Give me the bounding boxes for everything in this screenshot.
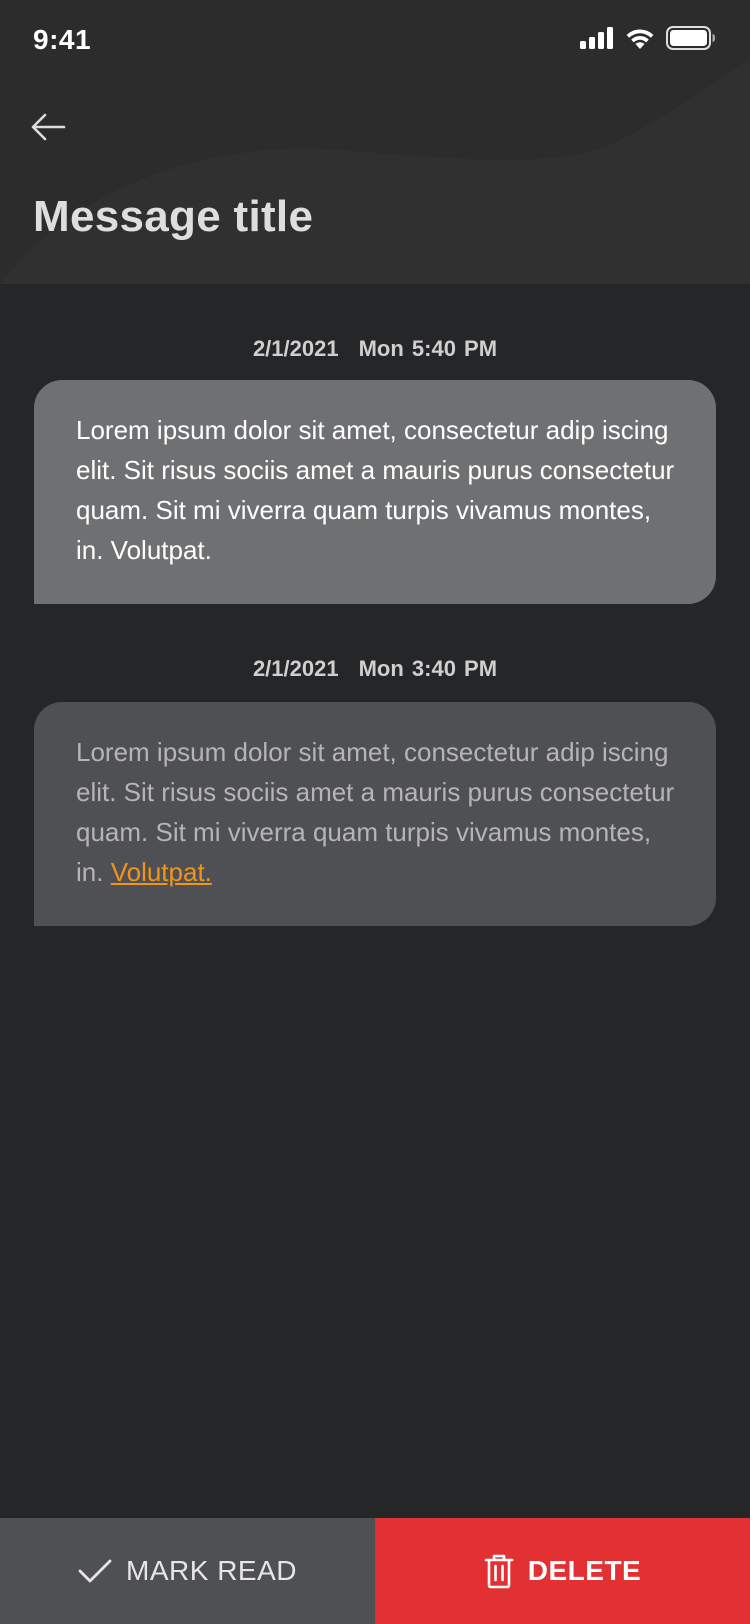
mark-read-button[interactable]: MARK READ — [0, 1518, 375, 1624]
status-bar: 9:41 — [0, 0, 750, 88]
page-title: Message title — [33, 192, 314, 241]
status-icons — [580, 26, 716, 50]
mark-read-label: MARK READ — [126, 1555, 297, 1586]
signal-icon — [580, 27, 613, 49]
message-time: Mon 3:40 PM — [358, 656, 498, 681]
message-timestamp: 2/1/2021 Mon 3:40 PM — [0, 656, 750, 682]
battery-icon — [666, 26, 715, 50]
message-date: 2/1/2021 — [252, 336, 339, 361]
delete-button[interactable]: DELETE — [375, 1518, 750, 1624]
arrow-left-icon — [31, 113, 66, 141]
message-bubble-unread[interactable]: Lorem ipsum dolor sit amet, consectetur … — [34, 380, 716, 604]
wifi-icon — [626, 28, 654, 49]
back-button[interactable] — [26, 105, 70, 149]
status-time: 9:41 — [33, 24, 92, 55]
message-text: Lorem ipsum dolor sit amet, consectetur … — [76, 415, 675, 565]
check-icon — [78, 1559, 112, 1583]
message-timestamp: 2/1/2021 Mon 5:40 PM — [0, 336, 750, 362]
message-time: Mon 5:40 PM — [358, 336, 498, 361]
trash-icon — [484, 1554, 514, 1589]
header: 9:41 Message title — [0, 0, 750, 284]
message-bubble-read[interactable]: Lorem ipsum dolor sit amet, consectetur … — [34, 702, 716, 926]
bottom-action-bar: MARK READ DELETE — [0, 1518, 750, 1624]
delete-label: DELETE — [527, 1555, 642, 1586]
message-link[interactable]: Volutpat. — [111, 857, 212, 887]
message-date: 2/1/2021 — [252, 656, 339, 681]
